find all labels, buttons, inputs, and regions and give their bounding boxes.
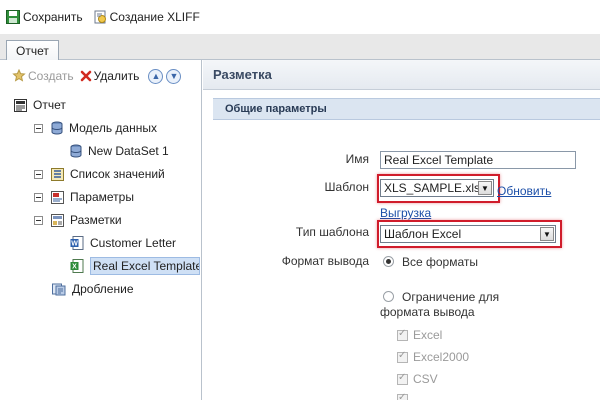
template-label: Шаблон: [324, 180, 369, 194]
panel-title: Разметка: [203, 60, 600, 90]
collapse-toggle[interactable]: [34, 169, 43, 179]
output-format-label: Формат вывода: [281, 254, 369, 268]
template-type-label: Тип шаблона: [295, 225, 369, 239]
list-of-values-icon: [51, 167, 64, 181]
format-checkbox-excel2000[interactable]: [397, 350, 408, 363]
database-icon: [70, 144, 82, 158]
section-general: Общие параметры: [213, 98, 600, 120]
template-select[interactable]: XLS_SAMPLE.xls ▼: [380, 179, 494, 197]
all-formats-label: Все форматы: [402, 255, 479, 269]
create-xliff-button[interactable]: Создание XLIFF: [93, 10, 200, 24]
collapse-toggle[interactable]: [34, 192, 43, 202]
tree-label: Дробление: [72, 282, 134, 296]
delete-label: Удалить: [93, 69, 140, 83]
name-input[interactable]: [380, 151, 576, 169]
save-icon: [6, 10, 20, 24]
parameters-icon: [51, 190, 64, 204]
chevron-down-icon: ▼: [169, 71, 179, 81]
report-icon: [14, 98, 27, 112]
tree-item-data-model[interactable]: Модель данных: [34, 117, 157, 139]
save-button[interactable]: Сохранить: [6, 10, 83, 24]
word-document-icon: W: [70, 236, 84, 250]
restrict-formats-label-line1: Ограничение для: [402, 290, 500, 304]
tree-label: Разметки: [70, 213, 122, 227]
delete-x-icon: [80, 70, 92, 82]
excel-document-icon: X: [70, 259, 84, 273]
template-type-value: Шаблон Excel: [384, 227, 462, 241]
restrict-formats-radio[interactable]: [383, 291, 394, 302]
move-down-button[interactable]: ▼: [166, 68, 182, 84]
create-button[interactable]: Создать: [12, 69, 74, 83]
format-label-excel: Excel: [413, 328, 443, 342]
tree-label: New DataSet 1: [88, 144, 169, 158]
save-label: Сохранить: [23, 10, 83, 24]
tree-label: Список значений: [70, 167, 165, 181]
tree-item-bursting[interactable]: Дробление: [52, 278, 134, 300]
tree-label-selected: Real Excel Template: [90, 257, 200, 275]
xliff-label: Создание XLIFF: [109, 10, 200, 24]
dropdown-arrow-icon[interactable]: ▼: [540, 227, 554, 241]
format-checkbox-excel[interactable]: [397, 328, 408, 341]
tree-label: Модель данных: [69, 121, 157, 135]
tree-label: Параметры: [70, 190, 134, 204]
all-formats-radio[interactable]: [383, 256, 394, 267]
format-checkbox-partial[interactable]: [397, 392, 408, 400]
tree-item-report[interactable]: Отчет: [14, 94, 66, 116]
dropdown-arrow-icon[interactable]: ▼: [478, 181, 492, 195]
main-toolbar: Сохранить Создание XLIFF: [0, 0, 600, 34]
database-icon: [51, 121, 63, 135]
format-label-excel2000: Excel2000: [413, 350, 470, 364]
refresh-link[interactable]: Обновить: [497, 184, 551, 198]
delete-button[interactable]: Удалить: [80, 69, 140, 83]
outline-toolbar: Создать Удалить ▲ ▼: [0, 60, 201, 92]
name-label: Имя: [345, 152, 369, 166]
download-link[interactable]: Выгрузка: [380, 206, 431, 220]
collapse-toggle[interactable]: [34, 123, 43, 133]
tree-label: Customer Letter: [90, 236, 177, 250]
create-icon: [12, 69, 26, 83]
create-label: Создать: [28, 69, 74, 83]
svg-text:W: W: [71, 241, 78, 248]
tree-label: Отчет: [33, 98, 66, 112]
tree-item-layouts[interactable]: Разметки: [34, 209, 122, 231]
format-checkbox-csv[interactable]: [397, 372, 408, 385]
bursting-icon: [52, 282, 66, 296]
tree-item-dataset[interactable]: New DataSet 1: [70, 140, 169, 162]
svg-text:X: X: [72, 264, 77, 271]
format-label-csv: CSV: [413, 372, 438, 386]
collapse-toggle[interactable]: [34, 215, 43, 225]
layout-properties-panel: Разметка Общие параметры Имя Шаблон XLS_…: [203, 60, 600, 400]
move-up-button[interactable]: ▲: [148, 68, 164, 84]
chevron-up-icon: ▲: [151, 71, 161, 81]
restrict-formats-label-line2: формата вывода: [380, 305, 475, 319]
tree-item-lov[interactable]: Список значений: [34, 163, 165, 185]
outline-panel: Создать Удалить ▲ ▼ Отчет Модель данных …: [0, 60, 202, 400]
tree-item-parameters[interactable]: Параметры: [34, 186, 134, 208]
xliff-icon: [93, 10, 107, 24]
template-type-select[interactable]: Шаблон Excel ▼: [380, 225, 556, 243]
tree-item-real-excel-template[interactable]: X Real Excel Template: [70, 255, 200, 277]
template-select-value: XLS_SAMPLE.xls: [384, 181, 481, 195]
tree-item-customer-letter[interactable]: W Customer Letter: [70, 232, 176, 254]
tab-strip: Отчет: [0, 34, 600, 61]
tab-report[interactable]: Отчет: [6, 40, 59, 61]
layouts-icon: [51, 213, 64, 227]
